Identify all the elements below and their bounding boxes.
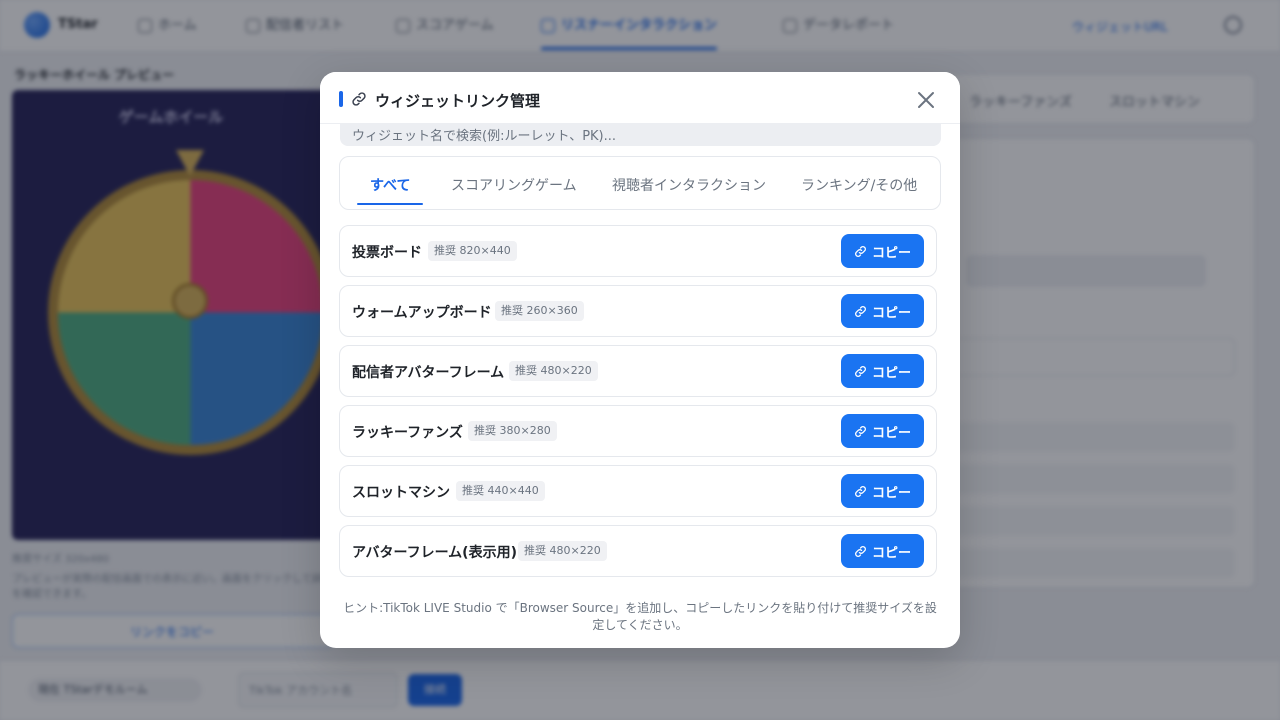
size-badge: 推奨 440×440 — [456, 481, 545, 501]
modal-header: ウィジェットリンク管理 — [320, 72, 960, 124]
tab-viewer-interaction[interactable]: 視聴者インタラクション — [612, 175, 766, 195]
copy-button[interactable]: コピー — [841, 354, 924, 388]
active-tab-indicator — [357, 203, 423, 205]
size-badge: 推奨 380×280 — [468, 421, 557, 441]
link-icon — [855, 245, 866, 257]
copy-button-label: コピー — [871, 245, 911, 261]
copy-button[interactable]: コピー — [841, 294, 924, 328]
copy-button-label: コピー — [871, 365, 911, 381]
widget-row-slot-machine: スロットマシン 推奨 440×440 コピー — [339, 465, 937, 517]
widget-name: アバターフレーム(表示用) — [352, 545, 517, 561]
size-badge: 推奨 820×440 — [428, 241, 517, 261]
link-icon — [855, 425, 866, 437]
widget-name: スロットマシン — [352, 485, 450, 501]
title-accent-bar — [339, 91, 343, 107]
widget-row-lucky-fans: ラッキーファンズ 推奨 380×280 コピー — [339, 405, 937, 457]
copy-button[interactable]: コピー — [841, 414, 924, 448]
widget-row-vote-board: 投票ボード 推奨 820×440 コピー — [339, 225, 937, 277]
widget-row-warmup-board: ウォームアップボード 推奨 260×360 コピー — [339, 285, 937, 337]
setup-hint: ヒント:TikTok LIVE Studio で「Browser Source」… — [343, 601, 937, 632]
widget-name: ウォームアップボード — [352, 305, 492, 321]
link-icon — [352, 92, 366, 106]
link-icon — [855, 365, 866, 377]
link-icon — [855, 485, 866, 497]
tab-ranking-other[interactable]: ランキング/その他 — [801, 175, 917, 195]
tab-scoring-games[interactable]: スコアリングゲーム — [451, 175, 577, 195]
copy-button-label: コピー — [871, 485, 911, 501]
size-badge: 推奨 480×220 — [518, 541, 607, 561]
copy-button[interactable]: コピー — [841, 234, 924, 268]
widget-row-avatar-frame-display: アバターフレーム(表示用) 推奨 480×220 コピー — [339, 525, 937, 577]
modal-title: ウィジェットリンク管理 — [375, 92, 541, 110]
copy-button[interactable]: コピー — [841, 474, 924, 508]
widget-name: ラッキーファンズ — [352, 425, 463, 441]
copy-button-label: コピー — [871, 545, 911, 561]
copy-button[interactable]: コピー — [841, 534, 924, 568]
widget-link-modal: ウィジェットリンク管理 すべて スコアリングゲーム 視聴者インタラクション ラン… — [320, 72, 960, 648]
widget-name: 配信者アバターフレーム — [352, 365, 505, 381]
widget-row-streamer-avatar-frame: 配信者アバターフレーム 推奨 480×220 コピー — [339, 345, 937, 397]
copy-button-label: コピー — [871, 425, 911, 441]
size-badge: 推奨 260×360 — [495, 301, 584, 321]
widget-name: 投票ボード — [352, 245, 422, 261]
link-icon — [855, 545, 866, 557]
size-badge: 推奨 480×220 — [509, 361, 598, 381]
copy-button-label: コピー — [871, 305, 911, 321]
close-icon[interactable] — [914, 88, 938, 112]
link-icon — [855, 305, 866, 317]
category-tabs: すべて スコアリングゲーム 視聴者インタラクション ランキング/その他 — [339, 156, 941, 210]
tab-all[interactable]: すべて — [370, 175, 410, 195]
